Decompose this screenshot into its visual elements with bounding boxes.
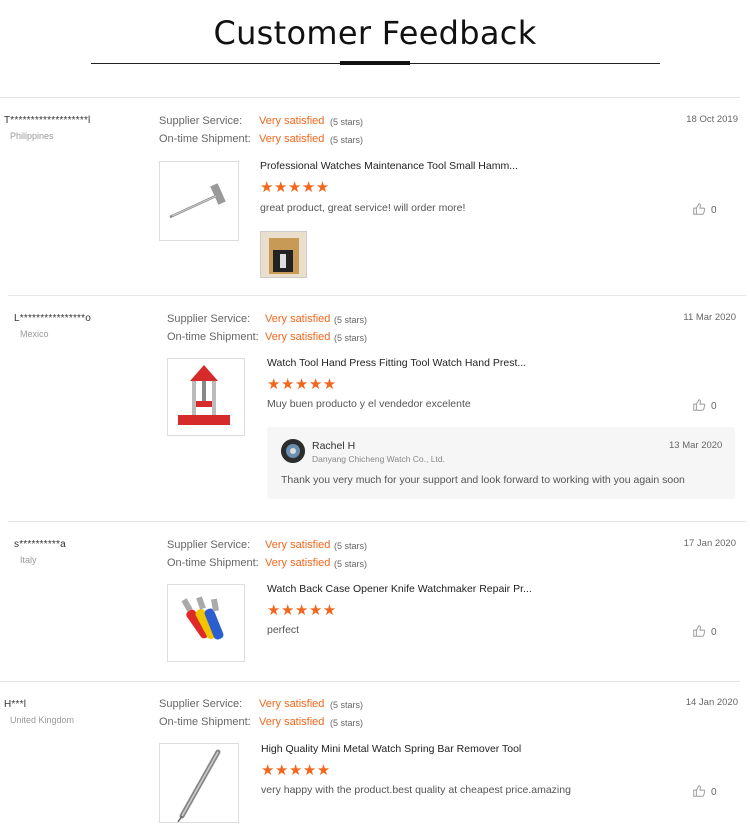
supplier-service-label: Supplier Service: (167, 313, 251, 325)
product-thumbnail[interactable] (167, 358, 245, 436)
review-card: H***l United Kingdom Supplier Service: V… (0, 681, 740, 839)
on-time-shipment-label: On-time Shipment: (167, 557, 259, 569)
supplier-service-label: Supplier Service: (159, 698, 243, 710)
buyer-name: H***l (4, 699, 27, 710)
supplier-service-stars: (5 stars) (334, 315, 368, 325)
title-divider-accent (340, 61, 410, 65)
buyer-name: L****************o (14, 313, 91, 324)
buyer-country: United Kingdom (10, 715, 75, 725)
supplier-service-rating: Very satisfied (265, 539, 331, 551)
thumbs-up-icon (692, 624, 706, 641)
review-card: L****************o Mexico Supplier Servi… (8, 295, 746, 521)
review-comment: great product, great service! will order… (260, 202, 466, 214)
supplier-service-stars: (5 stars) (334, 541, 368, 551)
review-comment: very happy with the product.best quality… (261, 784, 571, 796)
on-time-shipment-stars: (5 stars) (334, 559, 368, 569)
product-thumbnail[interactable] (159, 743, 239, 823)
review-card: T*******************l Philippines Suppli… (0, 97, 740, 295)
on-time-shipment-rating: Very satisfied (265, 557, 331, 569)
like-count: 0 (711, 787, 717, 798)
product-title[interactable]: Watch Tool Hand Press Fitting Tool Watch… (267, 357, 526, 369)
thumbs-up-icon (692, 202, 706, 219)
review-date: 14 Jan 2020 (685, 697, 738, 708)
avatar (281, 439, 305, 463)
on-time-shipment-label: On-time Shipment: (159, 716, 251, 728)
supplier-service-rating: Very satisfied (259, 115, 325, 127)
on-time-shipment-stars: (5 stars) (330, 135, 364, 145)
review-date: 11 Mar 2020 (683, 312, 736, 323)
supplier-service-stars: (5 stars) (330, 117, 364, 127)
like-count: 0 (711, 401, 717, 412)
review-comment: Muy buen producto y el vendedor excelent… (267, 398, 471, 410)
page-title: Customer Feedback (213, 14, 537, 52)
on-time-shipment-stars: (5 stars) (330, 718, 364, 728)
on-time-shipment-rating: Very satisfied (259, 133, 325, 145)
supplier-service-rating: Very satisfied (259, 698, 325, 710)
rating-stars: ★★★★★ (260, 179, 330, 196)
buyer-country: Mexico (20, 329, 49, 339)
on-time-shipment-label: On-time Shipment: (167, 331, 259, 343)
buyer-name: T*******************l (4, 115, 91, 126)
buyer-name: s**********a (14, 539, 66, 550)
supplier-service-label: Supplier Service: (159, 115, 243, 127)
product-thumbnail[interactable] (167, 584, 245, 662)
on-time-shipment-stars: (5 stars) (334, 333, 368, 343)
reply-text: Thank you very much for your support and… (281, 474, 685, 486)
product-title[interactable]: High Quality Mini Metal Watch Spring Bar… (261, 743, 521, 755)
like-count: 0 (711, 627, 717, 638)
like-button[interactable]: 0 (692, 624, 717, 641)
review-photo[interactable] (260, 231, 307, 278)
thumbs-up-icon (692, 784, 706, 801)
supplier-service-label: Supplier Service: (167, 539, 251, 551)
product-title[interactable]: Watch Back Case Opener Knife Watchmaker … (267, 583, 532, 595)
like-button[interactable]: 0 (692, 202, 717, 219)
on-time-shipment-rating: Very satisfied (265, 331, 331, 343)
supplier-service-stars: (5 stars) (330, 700, 364, 710)
like-button[interactable]: 0 (692, 398, 717, 415)
reply-name: Rachel H (312, 440, 356, 452)
review-date: 17 Jan 2020 (683, 538, 736, 549)
review-comment: perfect (267, 624, 300, 636)
buyer-country: Philippines (10, 131, 54, 141)
review-date: 18 Oct 2019 (686, 114, 738, 125)
like-count: 0 (711, 205, 717, 216)
like-button[interactable]: 0 (692, 784, 717, 801)
thumbs-up-icon (692, 398, 706, 415)
review-card: s**********a Italy Supplier Service: Ver… (8, 521, 746, 681)
reply-date: 13 Mar 2020 (669, 440, 723, 451)
product-thumbnail[interactable] (159, 161, 239, 241)
on-time-shipment-rating: Very satisfied (259, 716, 325, 728)
buyer-country: Italy (20, 555, 37, 565)
rating-stars: ★★★★★ (267, 602, 337, 619)
rating-stars: ★★★★★ (261, 762, 331, 779)
product-title[interactable]: Professional Watches Maintenance Tool Sm… (260, 160, 518, 172)
on-time-shipment-label: On-time Shipment: (159, 133, 251, 145)
reply-company: Danyang Chicheng Watch Co., Ltd. (312, 454, 445, 464)
supplier-reply: Rachel H Danyang Chicheng Watch Co., Ltd… (267, 427, 735, 499)
supplier-service-rating: Very satisfied (265, 313, 331, 325)
rating-stars: ★★★★★ (267, 376, 337, 393)
